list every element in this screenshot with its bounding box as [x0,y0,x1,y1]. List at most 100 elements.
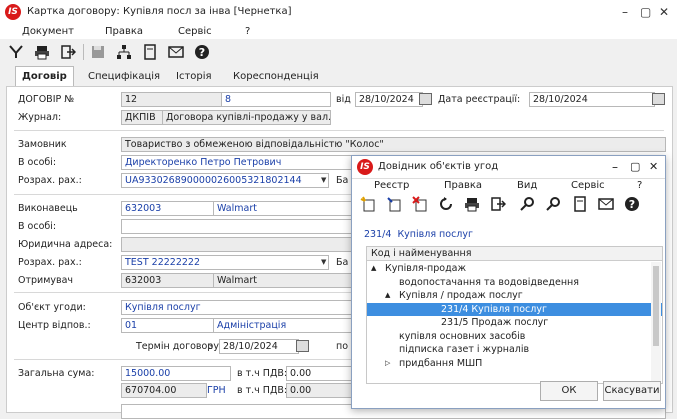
total2-field[interactable]: 670704.00 [121,383,207,398]
tree-item-label: придбання МШП [399,357,483,369]
executor-label: Виконавець [18,203,78,214]
tree-item-label: купівля основних засобів [399,330,526,342]
current-object: 231/4 Купівля послуг [364,229,473,240]
vat2-label: в т.ч ПДВ: [237,385,288,396]
from-date-field[interactable]: 28/10/2024 [355,92,423,107]
document-icon[interactable] [140,42,160,62]
toolbar-divider [83,44,84,60]
help-icon[interactable]: ? [192,42,212,62]
dialog-menu-service[interactable]: Сервіс [571,180,605,191]
scrollbar-thumb[interactable] [653,266,659,346]
find-next-icon[interactable] [546,196,562,212]
tree-list: Код і найменування ▲ Купівля-продаж водопо… [366,246,663,384]
contract-no-prefix-field[interactable]: 12 [121,92,223,107]
tree-item[interactable]: ▷ придбання МШП [367,357,662,370]
ok-button[interactable]: ОК [540,381,598,401]
window-title: Картка договору: Купівля посл за інва [Ч… [27,6,292,17]
customer-label: Замовник [18,139,67,150]
calendar-icon[interactable] [419,93,432,105]
exit-icon[interactable] [490,196,507,212]
dialog-logo: IS [357,159,373,175]
tree-toggle-icon[interactable]: ▷ [385,357,390,370]
exit-icon[interactable] [58,42,78,62]
minimize-icon[interactable]: – [622,0,628,24]
executor-code-field[interactable]: 632003 [121,201,215,216]
mail-icon[interactable] [598,196,614,212]
person-label: В особі: [18,157,57,168]
add-child-icon[interactable] [386,196,402,212]
cancel-button[interactable]: Скасувати [603,381,661,401]
dialog-close-icon[interactable]: ✕ [649,156,658,178]
calendar-icon[interactable] [296,340,309,352]
tab-specification[interactable]: Специфікація [82,68,166,86]
cost-center-code-field[interactable]: 01 [121,318,215,333]
maximize-icon[interactable]: ▢ [640,0,651,24]
dialog-maximize-icon[interactable]: ▢ [630,156,640,178]
customer-field[interactable]: Товариство з обмеженою відповідальністю … [121,137,666,152]
help-icon[interactable]: ? [624,196,640,212]
refresh-icon[interactable] [438,196,454,212]
dialog-menu-view[interactable]: Вид [517,180,537,191]
tab-contract[interactable]: Договір [15,66,74,87]
contract-no-label: ДОГОВІР № [18,94,75,105]
tree-item[interactable]: ▲ Купівля-продаж [367,262,662,275]
print-icon[interactable] [464,196,480,212]
tree-item[interactable]: 231/5 Продаж послуг [367,316,662,329]
bank2-label: Ба [336,257,349,268]
dropdown-arrow-icon[interactable]: ▼ [321,176,326,184]
journal-code-field[interactable]: ДКПІВ [121,110,163,125]
filter-icon[interactable] [6,42,26,62]
tree-item-label: Купівля / продаж послуг [399,290,523,301]
menu-service[interactable]: Сервіс [178,24,212,39]
close-icon[interactable]: ✕ [659,0,669,24]
dropdown-arrow-icon[interactable]: ▼ [321,258,326,266]
svg-text:?: ? [629,198,635,211]
journal-label: Журнал: [18,112,62,123]
total-field[interactable]: 15000.00 [121,366,231,381]
tab-correspondence[interactable]: Кореспонденція [227,68,325,86]
divider [14,130,664,131]
dialog-title: Довідник об'єктів угод [378,161,499,172]
tree-toggle-icon[interactable]: ▲ [371,262,376,275]
reg-date-field[interactable]: 28/10/2024 [529,92,655,107]
reg-date-label: Дата реєстрації: [438,94,521,105]
vat2-field[interactable]: 0.00 [286,383,354,398]
vat-field[interactable]: 0.00 [286,366,354,381]
tab-history[interactable]: Історія [170,68,218,86]
search-icon[interactable] [520,196,536,212]
tree-item[interactable]: підписка газет і журналів [367,343,662,356]
document-icon[interactable] [572,196,588,212]
menu-edit[interactable]: Правка [105,24,143,39]
dialog-minimize-icon[interactable]: – [612,156,618,178]
tree-item[interactable]: ▲ Купівля / продаж послуг [367,289,662,302]
receiver-code-field[interactable]: 632003 [121,273,215,288]
current-object-name: Купівля послуг [397,229,473,240]
dialog-menu-edit[interactable]: Правка [444,180,482,191]
account-field[interactable]: UA933026890000026005321802144 [121,173,329,188]
tab-strip: Договір Специфікація Історія Кореспонден… [0,66,677,87]
journal-name-field[interactable]: Договора купівлі-продажу у вал... [162,110,331,125]
currency-label: ГРН [207,385,226,396]
delete-icon[interactable] [412,196,428,212]
contract-no-field[interactable]: 8 [221,92,331,107]
dialog-menu-help[interactable]: ? [637,180,642,191]
tree-toggle-icon[interactable]: ▲ [385,289,390,302]
object-label: Об'єкт угоди: [18,302,86,313]
save-icon[interactable] [88,42,108,62]
print-icon[interactable] [32,42,52,62]
calendar-icon[interactable] [652,93,665,105]
dialog-menu-register[interactable]: Реєстр [374,180,409,191]
add-icon[interactable] [360,196,376,212]
tree-item[interactable]: водопостачання та водовідведення [367,276,662,289]
column-header[interactable]: Код і найменування [367,247,662,261]
mail-icon[interactable] [166,42,186,62]
menu-document[interactable]: Документ [22,24,74,39]
tree-item[interactable]: 231/4 Купівля послуг [367,302,662,316]
tree-item[interactable]: купівля основних засобів [367,330,662,343]
from-label: від [336,94,351,105]
menu-help[interactable]: ? [245,24,250,39]
account2-field[interactable]: TEST 22222222 [121,255,329,270]
term-date-field[interactable]: 28/10/2024 [219,339,299,354]
scrollbar[interactable] [651,262,661,381]
hierarchy-icon[interactable] [114,42,134,62]
